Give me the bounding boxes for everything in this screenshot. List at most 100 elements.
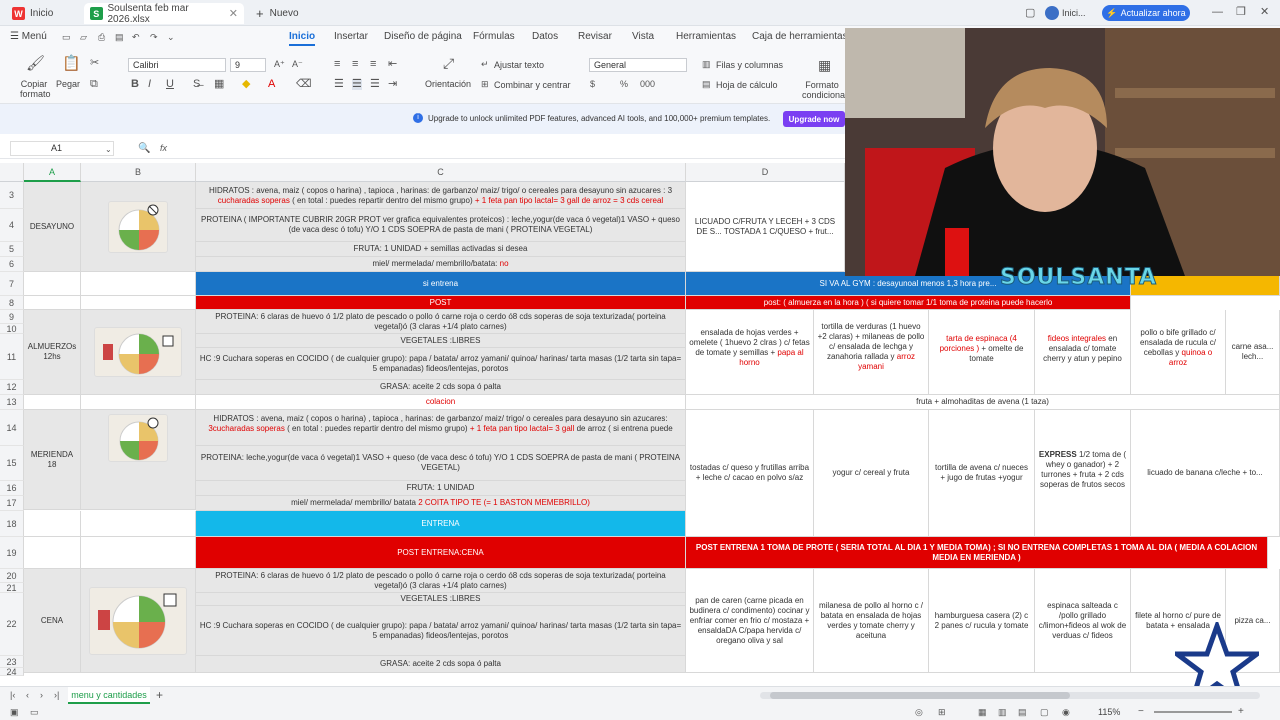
eye-protection-icon[interactable]: ◎ xyxy=(915,707,923,718)
conditional-format-button[interactable]: Formato condiciona xyxy=(802,80,845,100)
almuerzo-option-3[interactable]: tarta de espinaca (4 porciones ) + omelt… xyxy=(929,310,1035,395)
row-header[interactable]: 17 xyxy=(0,496,24,511)
maximize-icon[interactable]: ❐ xyxy=(1236,7,1246,18)
conditional-format-icon[interactable]: ▦ xyxy=(818,58,831,72)
decrease-font-icon[interactable]: A⁻ xyxy=(292,59,303,70)
row-header[interactable]: 9 xyxy=(0,310,24,324)
desayuno-label[interactable]: DESAYUNO xyxy=(24,182,81,272)
wrap-text-icon[interactable]: ↵ xyxy=(481,59,489,70)
row-header[interactable]: 11 xyxy=(0,334,24,380)
align-middle-icon[interactable]: ≡ xyxy=(352,59,358,70)
preview-icon[interactable]: ▤ xyxy=(115,32,124,43)
tab-herramientas[interactable]: Herramientas xyxy=(676,31,736,42)
name-box[interactable]: A1 xyxy=(10,141,114,156)
si-entrena-band[interactable]: si entrena xyxy=(196,272,686,296)
orientation-icon[interactable]: ⤢ xyxy=(443,56,454,70)
tab-revisar[interactable]: Revisar xyxy=(578,31,612,42)
cell-a19[interactable] xyxy=(24,537,81,569)
reading-view-icon[interactable]: ▢ xyxy=(1040,707,1049,718)
cena-vegetales[interactable]: VEGETALES :LIBRES xyxy=(196,593,686,606)
cena-option-3[interactable]: hamburguesa casera (2) c 2 panes c/ rucu… xyxy=(929,569,1035,673)
eye-icon[interactable]: ◉ xyxy=(1062,707,1070,718)
almuerzo-option-5[interactable]: pollo o bife grillado c/ ensalada de ruc… xyxy=(1131,310,1226,395)
worksheet-button[interactable]: Hoja de cálculo xyxy=(716,80,778,90)
macro-icon[interactable]: ▣ xyxy=(10,707,19,718)
almuerzo-option-6[interactable]: carne asa... lech... xyxy=(1226,310,1280,395)
colacion-value[interactable]: fruta + almohaditas de avena (1 taza) xyxy=(686,395,1280,410)
desayuno-image-cell[interactable] xyxy=(81,182,196,272)
merienda-hidratos[interactable]: HIDRATOS : avena, maiz ( copos o harina)… xyxy=(196,410,686,446)
page-break-icon[interactable]: ▤ xyxy=(1018,707,1027,718)
merienda-option-5[interactable]: licuado de banana c/leche + to... xyxy=(1131,410,1280,537)
cell-b18[interactable] xyxy=(81,511,196,537)
new-tab-button[interactable]: + Nuevo xyxy=(250,3,310,24)
select-all-corner[interactable] xyxy=(0,163,24,182)
row-header[interactable]: 5 xyxy=(0,242,24,257)
row-header[interactable]: 22 xyxy=(0,593,24,656)
chevron-down-icon[interactable]: ⌄ xyxy=(167,32,175,43)
desayuno-miel[interactable]: miel/ mermelada/ membrillo/batata: no xyxy=(196,257,686,272)
cell-a8[interactable] xyxy=(24,296,81,310)
zoom-level[interactable]: 115% xyxy=(1098,707,1120,717)
bold-icon[interactable]: B xyxy=(131,79,139,90)
tab-formulas[interactable]: Fórmulas xyxy=(473,31,515,42)
cena-label[interactable]: CENA xyxy=(24,569,81,673)
search-icon[interactable]: 🔍 xyxy=(138,143,150,154)
page-icon[interactable]: ▭ xyxy=(30,707,39,718)
colacion-label[interactable]: colacion xyxy=(196,395,686,410)
paste-button[interactable]: Pegar xyxy=(56,79,80,89)
align-left-icon[interactable]: ☰ xyxy=(334,79,344,90)
entrena-band[interactable]: ENTRENA xyxy=(196,511,686,537)
row-header[interactable]: 18 xyxy=(0,511,24,537)
post-entrena-cena-band[interactable]: POST ENTRENA:CENA xyxy=(196,537,686,569)
horizontal-scrollbar[interactable] xyxy=(760,692,1260,699)
rows-cols-icon[interactable]: ▥ xyxy=(702,59,711,70)
fx-icon[interactable]: fx xyxy=(160,143,167,154)
font-color-icon[interactable]: A xyxy=(268,79,275,90)
paste-icon[interactable]: 📋 xyxy=(62,56,81,71)
redo-icon[interactable]: ↷ xyxy=(150,32,158,43)
row-header[interactable]: 7 xyxy=(0,272,24,296)
zoom-in-icon[interactable]: + xyxy=(1238,706,1244,717)
cena-hc[interactable]: HC :9 Cuchara soperas en COCIDO ( de cua… xyxy=(196,606,686,656)
minimize-icon[interactable]: — xyxy=(1212,7,1223,18)
column-header-d[interactable]: D xyxy=(686,163,845,182)
cell-a18[interactable] xyxy=(24,511,81,537)
tab-insertar[interactable]: Insertar xyxy=(334,31,368,42)
add-sheet-icon[interactable]: + xyxy=(156,689,163,701)
formula-input[interactable] xyxy=(180,141,840,156)
increase-font-icon[interactable]: A⁺ xyxy=(274,59,285,70)
desayuno-proteina[interactable]: PROTEINA ( IMPORTANTE CUBRIR 20GR PROT v… xyxy=(196,209,686,242)
row-header[interactable]: 4 xyxy=(0,209,24,242)
cell-b19[interactable] xyxy=(81,537,196,569)
post-note-band[interactable]: post: ( almuerza en la hora ) ( si quier… xyxy=(686,296,1131,310)
cell-b7[interactable] xyxy=(81,272,196,296)
tab-datos[interactable]: Datos xyxy=(532,31,558,42)
font-family-select[interactable]: Calibri xyxy=(128,58,226,72)
cena-option-4[interactable]: espinaca salteada c /pollo grillado c/li… xyxy=(1035,569,1131,673)
strikethrough-icon[interactable]: S̶ xyxy=(193,79,200,90)
column-header-b[interactable]: B xyxy=(81,163,196,182)
post-band[interactable]: POST xyxy=(196,296,686,310)
save-icon[interactable]: ▭ xyxy=(62,32,71,43)
window-icon[interactable]: ▢ xyxy=(1025,8,1035,19)
align-top-icon[interactable]: ≡ xyxy=(334,59,340,70)
merienda-option-3[interactable]: tortilla de avena c/ nueces + jugo de fr… xyxy=(929,410,1035,537)
upgrade-now-button[interactable]: ⚡ Actualizar ahora xyxy=(1102,5,1190,21)
scrollbar-thumb[interactable] xyxy=(770,692,1070,699)
page-layout-icon[interactable]: ▥ xyxy=(998,707,1007,718)
merienda-label[interactable]: MERIENDA 18 xyxy=(24,410,81,510)
avatar[interactable] xyxy=(1045,6,1059,20)
font-size-select[interactable]: 9 xyxy=(230,58,266,72)
align-bottom-icon[interactable]: ≡ xyxy=(370,59,376,70)
tab-vista[interactable]: Vista xyxy=(632,31,654,42)
merge-center-button[interactable]: Combinar y centrar xyxy=(494,80,571,90)
sheet-tab-menu[interactable]: menu y cantidades xyxy=(68,687,150,704)
tab-home[interactable]: W Inicio xyxy=(6,3,78,24)
close-window-icon[interactable]: ✕ xyxy=(1260,7,1269,18)
format-painter-icon[interactable]: 🖌 xyxy=(26,56,45,71)
fill-color-icon[interactable]: ◆ xyxy=(242,79,250,90)
indent-increase-icon[interactable]: ⇥ xyxy=(388,79,397,90)
almuerzo-image-cell[interactable] xyxy=(81,310,196,395)
rows-columns-button[interactable]: Filas y columnas xyxy=(716,60,783,70)
